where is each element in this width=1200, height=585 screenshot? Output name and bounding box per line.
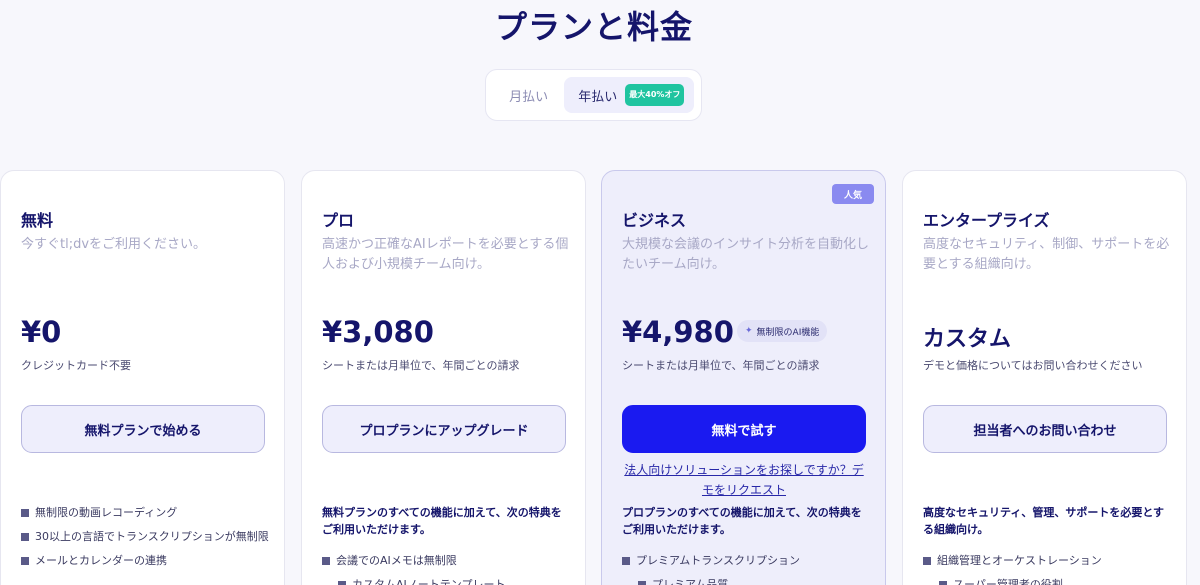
sparkle-icon: ✦ bbox=[745, 326, 753, 336]
plan-description: 大規模な会議のインサイト分析を自動化したいチーム向け。 bbox=[622, 237, 870, 272]
bullet-icon bbox=[638, 581, 646, 585]
plan-price-note: シートまたは月単位で、年間ごとの請求 bbox=[322, 359, 520, 372]
features-intro: プロプランのすべての機能に加えて、次の特典をご利用いただけます。 bbox=[622, 506, 862, 536]
discount-badge: 最大40%オフ bbox=[625, 84, 685, 106]
feature-item: 無制限の動画レコーディング bbox=[21, 505, 271, 521]
toggle-monthly[interactable]: 月払い bbox=[493, 77, 564, 113]
feature-list: 無制限の動画レコーディング 30以上の言語でトランスクリプションが無制限 メール… bbox=[21, 505, 271, 577]
ai-feature-chip: ✦ 無制限のAI機能 bbox=[737, 320, 828, 342]
bullet-icon bbox=[21, 557, 29, 565]
plan-price-note: シートまたは月単位で、年間ごとの請求 bbox=[622, 359, 820, 372]
plan-price: ¥0 bbox=[21, 315, 62, 349]
bullet-icon bbox=[322, 557, 330, 565]
plan-card-enterprise: エンタープライズ 高度なセキュリティ、制御、サポートを必要とする組織向け。 カス… bbox=[902, 170, 1187, 585]
feature-item: 組織管理とオーケストレーション bbox=[923, 553, 1173, 569]
start-free-button[interactable]: 無料プランで始める bbox=[21, 405, 265, 453]
feature-item: 30以上の言語でトランスクリプションが無制限 bbox=[21, 529, 271, 545]
feature-item: 会議でのAIメモは無制限 bbox=[322, 553, 572, 569]
plan-price: ¥4,980 bbox=[622, 315, 734, 349]
feature-list: 会議でのAIメモは無制限 カスタムAIノートテンプレート bbox=[322, 553, 572, 585]
page-title: プランと料金 bbox=[494, 8, 693, 46]
plan-name: ビジネス bbox=[622, 211, 687, 230]
toggle-yearly-label: 年払い bbox=[578, 89, 618, 105]
ai-chip-label: 無制限のAI機能 bbox=[756, 327, 820, 338]
plan-card-free: 無料 今すぐtl;dvをご利用ください。 ¥0 クレジットカード不要 無料プラン… bbox=[0, 170, 285, 585]
plan-card-pro: プロ 高速かつ正確なAIレポートを必要とする個人および小規模チーム向け。 ¥3,… bbox=[301, 170, 586, 585]
request-demo-link[interactable]: 法人向けソリューションをお探しですか？デモをリクエスト bbox=[622, 460, 866, 500]
plan-name: プロ bbox=[322, 211, 355, 230]
bullet-icon bbox=[21, 533, 29, 541]
feature-item: カスタムAIノートテンプレート bbox=[322, 577, 572, 585]
bullet-icon bbox=[21, 509, 29, 517]
feature-item: スーパー管理者の役割 bbox=[923, 577, 1173, 585]
feature-item: プレミアムトランスクリプション bbox=[622, 553, 872, 569]
bullet-icon bbox=[622, 557, 630, 565]
plan-price: カスタム bbox=[923, 327, 1012, 352]
try-free-button[interactable]: 無料で試す bbox=[622, 405, 866, 453]
plan-price: ¥3,080 bbox=[322, 315, 434, 349]
plan-card-business: 人気 ビジネス 大規模な会議のインサイト分析を自動化したいチーム向け。 ¥4,9… bbox=[601, 170, 886, 585]
features-intro: 無料プランのすべての機能に加えて、次の特典をご利用いただけます。 bbox=[322, 506, 562, 536]
plan-name: 無料 bbox=[21, 211, 54, 230]
plan-price-note: デモと価格についてはお問い合わせください bbox=[923, 359, 1143, 372]
popular-badge: 人気 bbox=[832, 184, 874, 204]
upgrade-pro-button[interactable]: プロプランにアップグレード bbox=[322, 405, 566, 453]
billing-toggle: 月払い 年払い 最大40%オフ bbox=[485, 69, 702, 121]
contact-sales-button[interactable]: 担当者へのお問い合わせ bbox=[923, 405, 1167, 453]
feature-item: プレミアム品質 bbox=[622, 577, 872, 585]
plan-price-note: クレジットカード不要 bbox=[21, 359, 131, 372]
feature-list: 組織管理とオーケストレーション スーパー管理者の役割 bbox=[923, 553, 1173, 585]
plan-name: エンタープライズ bbox=[923, 211, 1050, 230]
feature-list: プレミアムトランスクリプション プレミアム品質 bbox=[622, 553, 872, 585]
plan-description: 高速かつ正確なAIレポートを必要とする個人および小規模チーム向け。 bbox=[322, 237, 569, 272]
bullet-icon bbox=[338, 581, 346, 585]
plan-description: 今すぐtl;dvをご利用ください。 bbox=[21, 237, 207, 252]
bullet-icon bbox=[923, 557, 931, 565]
plan-description: 高度なセキュリティ、制御、サポートを必要とする組織向け。 bbox=[923, 237, 1170, 272]
feature-item: メールとカレンダーの連携 bbox=[21, 553, 271, 569]
features-intro: 高度なセキュリティ、管理、サポートを必要とする組織向け。 bbox=[923, 506, 1165, 536]
toggle-yearly[interactable]: 年払い 最大40%オフ bbox=[564, 77, 694, 113]
bullet-icon bbox=[939, 581, 947, 585]
